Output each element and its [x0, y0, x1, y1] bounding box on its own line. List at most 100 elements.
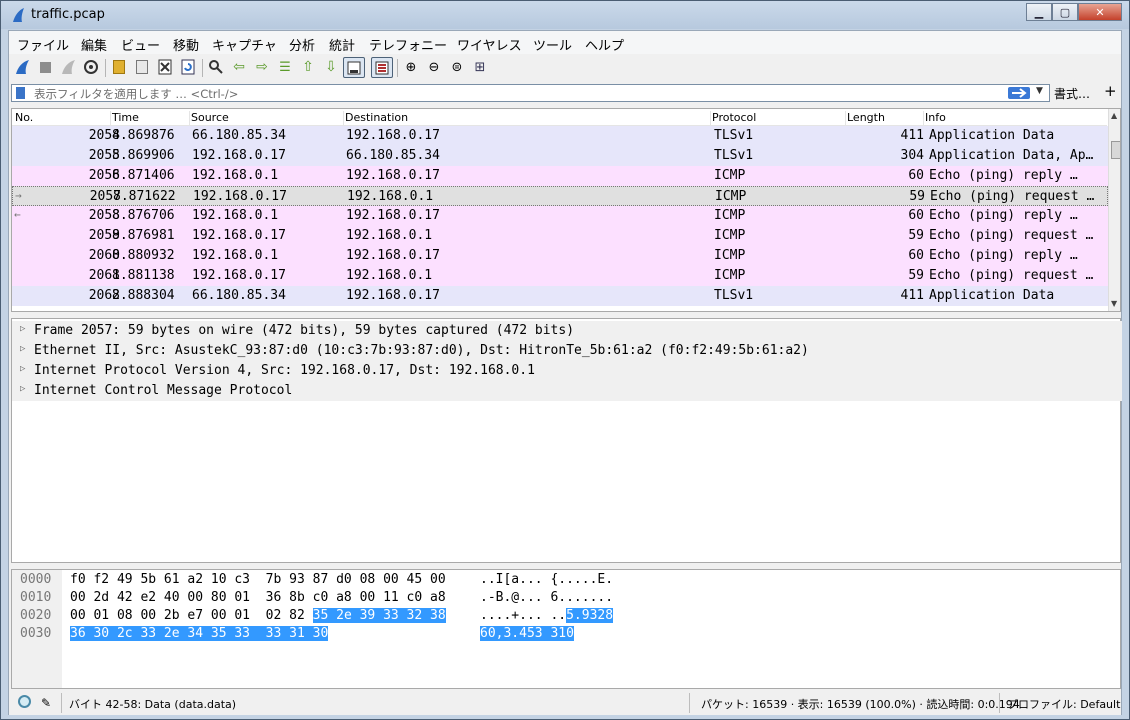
resize-columns-button[interactable]: ⊞: [471, 58, 489, 76]
cell-len: 60: [908, 168, 924, 183]
menu-tools[interactable]: ツール: [533, 35, 572, 54]
hex-bytes-plain: 00 01 08 00 2b e7 00 01 02 82: [70, 608, 313, 623]
menu-telephony[interactable]: テレフォニー: [369, 35, 447, 54]
status-profile[interactable]: プロファイル: Default: [1007, 696, 1120, 712]
hex-ascii[interactable]: ..I[a... {.....E.: [480, 572, 613, 587]
menu-edit[interactable]: 編集: [81, 35, 107, 54]
menu-wireless[interactable]: ワイヤレス: [457, 35, 522, 54]
menu-file[interactable]: ファイル: [17, 35, 69, 54]
table-row[interactable]: → 2057 8.871622 192.168.0.17 192.168.0.1 ICMP…: [12, 186, 1108, 206]
cell-proto: TLSv1: [714, 128, 754, 143]
minimize-button[interactable]: ▁: [1026, 3, 1052, 21]
reload-file-button[interactable]: [179, 58, 197, 76]
column-header-length[interactable]: Length: [847, 111, 924, 126]
hex-bytes[interactable]: 36 30 2c 33 2e 34 35 33 33 31 30: [70, 626, 329, 641]
go-back-button[interactable]: ⇦: [230, 58, 248, 76]
auto-scroll-toggle[interactable]: [343, 57, 365, 78]
save-file-button[interactable]: [133, 58, 151, 76]
hex-bytes[interactable]: 00 2d 42 e2 40 00 80 01 36 8b c0 a8 00 1…: [70, 590, 446, 605]
close-button[interactable]: ✕: [1078, 3, 1122, 21]
cell-len: 59: [908, 228, 924, 243]
filter-placeholder: 表示フィルタを適用します … <Ctrl-/>: [34, 87, 239, 101]
arrow-right-icon: ⇨: [256, 59, 268, 75]
last-packet-button[interactable]: ⇩: [322, 58, 340, 76]
table-row[interactable]: 2059 8.876981 192.168.0.17 192.168.0.1 ICMP 5…: [12, 226, 1108, 246]
display-filter-input[interactable]: 表示フィルタを適用します … <Ctrl-/> ▼: [11, 84, 1050, 102]
toolbar-separator: [397, 59, 398, 77]
packet-relation-icon: ←: [14, 208, 21, 221]
expert-info-icon[interactable]: [18, 695, 31, 708]
add-filter-button[interactable]: +: [1104, 82, 1117, 100]
expand-arrow-icon[interactable]: ▷: [20, 344, 25, 354]
hex-bytes[interactable]: f0 f2 49 5b 61 a2 10 c3 7b 93 87 d0 08 0…: [70, 572, 446, 587]
cell-dst: 192.168.0.1: [347, 189, 434, 204]
find-packet-button[interactable]: [207, 58, 225, 76]
go-to-packet-button[interactable]: ☰: [276, 58, 294, 76]
packet-list-scrollbar[interactable]: ▲ ▼: [1108, 109, 1120, 311]
cell-src: 192.168.0.17: [193, 189, 287, 204]
hex-ascii[interactable]: ....+... ..5.9328: [480, 608, 614, 623]
packet-list[interactable]: No. Time Source Destination Protocol Len…: [11, 108, 1121, 312]
expand-arrow-icon[interactable]: ▷: [20, 384, 25, 394]
menu-go[interactable]: 移動: [173, 35, 199, 54]
cell-len: 59: [908, 268, 924, 283]
normal-size-button[interactable]: ⊜: [448, 58, 466, 76]
table-row[interactable]: 2062 8.888304 66.180.85.34 192.168.0.17 TLSv…: [12, 286, 1108, 306]
menu-help[interactable]: ヘルプ: [585, 35, 624, 54]
hex-ascii[interactable]: 60,3.453 310: [480, 626, 574, 641]
cell-src: 66.180.85.34: [192, 288, 286, 303]
hex-ascii-plain: ....+... ..: [480, 608, 567, 623]
restart-capture-button[interactable]: [59, 58, 77, 76]
zoom-out-button[interactable]: ⊖: [425, 58, 443, 76]
table-row[interactable]: ← 2058 8.876706 192.168.0.1 192.168.0.17 ICMP…: [12, 206, 1108, 226]
hex-bytes[interactable]: 00 01 08 00 2b e7 00 01 02 82 35 2e 39 3…: [70, 608, 446, 623]
menu-analyze[interactable]: 分析: [289, 35, 315, 54]
column-header-time[interactable]: Time: [112, 111, 190, 126]
cell-src: 192.168.0.1: [192, 248, 279, 263]
go-forward-button[interactable]: ⇨: [253, 58, 271, 76]
maximize-button[interactable]: ▢: [1052, 3, 1078, 21]
wireshark-fin-icon: [13, 8, 24, 22]
table-row[interactable]: 2055 8.869906 192.168.0.17 66.180.85.34 TLSv…: [12, 146, 1108, 166]
zoom-in-button[interactable]: ⊕: [402, 58, 420, 76]
column-header-info[interactable]: Info: [925, 111, 1105, 126]
scroll-up-icon[interactable]: ▲: [1111, 111, 1117, 120]
column-header-no[interactable]: No.: [15, 111, 111, 126]
tree-item-ethernet[interactable]: ▷ Ethernet II, Src: AsustekC_93:87:d0 (10…: [12, 341, 1122, 361]
packet-relation-icon: →: [15, 189, 22, 202]
hex-ascii[interactable]: .-B.@... 6.......: [480, 590, 613, 605]
title-bar[interactable]: traffic.pcap ▁ ▢ ✕: [1, 1, 1129, 29]
tree-item-icmp[interactable]: ▷ Internet Control Message Protocol: [12, 381, 1122, 401]
expression-button[interactable]: 書式…: [1054, 85, 1090, 102]
capture-options-button[interactable]: [82, 58, 100, 76]
start-capture-button[interactable]: [13, 58, 31, 76]
table-row[interactable]: 2060 8.880932 192.168.0.1 192.168.0.17 ICMP 6…: [12, 246, 1108, 266]
close-file-button[interactable]: [156, 58, 174, 76]
menu-capture[interactable]: キャプチャ: [212, 35, 277, 54]
table-row[interactable]: 2056 8.871406 192.168.0.1 192.168.0.17 ICMP 6…: [12, 166, 1108, 186]
menu-view[interactable]: ビュー: [121, 35, 160, 54]
first-packet-button[interactable]: ⇧: [299, 58, 317, 76]
open-file-button[interactable]: [110, 58, 128, 76]
scrollbar-thumb[interactable]: [1111, 141, 1120, 159]
stop-capture-button[interactable]: [36, 58, 54, 76]
column-header-source[interactable]: Source: [191, 111, 344, 126]
table-row[interactable]: 2054 8.869876 66.180.85.34 192.168.0.17 TLSv…: [12, 126, 1108, 146]
packet-bytes-pane[interactable]: 0000 f0 f2 49 5b 61 a2 10 c3 7b 93 87 d0…: [11, 569, 1121, 689]
colorize-toggle[interactable]: [371, 57, 393, 78]
menu-statistics[interactable]: 統計: [329, 35, 355, 54]
scroll-down-icon[interactable]: ▼: [1111, 299, 1117, 308]
cell-info: Application Data, Ap…: [929, 148, 1094, 163]
column-header-destination[interactable]: Destination: [345, 111, 711, 126]
tree-item-ipv4[interactable]: ▷ Internet Protocol Version 4, Src: 192.1…: [12, 361, 1122, 381]
apply-filter-button[interactable]: [1008, 87, 1030, 99]
tree-item-frame[interactable]: ▷ Frame 2057: 59 bytes on wire (472 bits)…: [12, 321, 1122, 341]
chevron-down-icon[interactable]: ▼: [1036, 86, 1043, 96]
packet-details-tree[interactable]: ▷ Frame 2057: 59 bytes on wire (472 bits)…: [11, 318, 1122, 563]
column-header-protocol[interactable]: Protocol: [712, 111, 846, 126]
expand-arrow-icon[interactable]: ▷: [20, 324, 25, 334]
table-row[interactable]: 2061 8.881138 192.168.0.17 192.168.0.1 ICMP 5…: [12, 266, 1108, 286]
expand-arrow-icon[interactable]: ▷: [20, 364, 25, 374]
edit-comment-icon[interactable]: ✎: [41, 696, 51, 710]
bookmark-icon[interactable]: [16, 87, 25, 99]
